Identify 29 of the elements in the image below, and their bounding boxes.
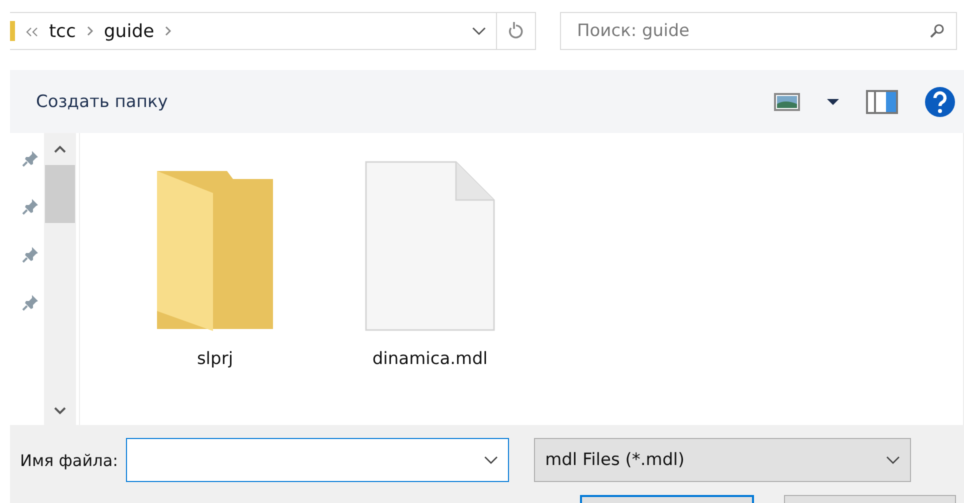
pin-icon[interactable] bbox=[22, 293, 40, 311]
file-type-dropdown[interactable]: mdl Files (*.mdl) bbox=[534, 438, 912, 482]
scroll-up-icon[interactable] bbox=[54, 145, 66, 153]
new-folder-button[interactable]: Создать папку bbox=[28, 86, 176, 118]
help-icon[interactable] bbox=[924, 86, 956, 118]
image-view-icon[interactable] bbox=[774, 92, 800, 110]
scroll-down-icon[interactable] bbox=[54, 407, 66, 415]
caret-icon[interactable] bbox=[826, 98, 840, 106]
dropdown-icon[interactable] bbox=[472, 26, 486, 36]
dropdown-icon[interactable] bbox=[886, 456, 900, 464]
chevron-right-icon[interactable] bbox=[86, 25, 94, 37]
pin-icon[interactable] bbox=[22, 149, 40, 167]
filename-label: Имя файла: bbox=[20, 450, 118, 470]
address-bar[interactable]: tcc guide bbox=[10, 12, 536, 50]
search-field[interactable]: Поиск: guide bbox=[560, 12, 957, 50]
chevron-right-icon[interactable] bbox=[164, 25, 172, 37]
breadcrumb[interactable]: guide bbox=[104, 20, 154, 42]
breadcrumb[interactable]: tcc bbox=[49, 20, 76, 42]
pin-icon[interactable] bbox=[22, 245, 40, 263]
search-icon bbox=[929, 23, 945, 39]
pin-icon[interactable] bbox=[22, 197, 40, 215]
scrollbar[interactable] bbox=[44, 133, 76, 425]
dropdown-icon[interactable] bbox=[484, 456, 498, 464]
scroll-thumb[interactable] bbox=[45, 165, 75, 223]
file-name: dinamica.mdl bbox=[372, 349, 488, 369]
filename-field[interactable] bbox=[126, 438, 510, 482]
file-name: slprj bbox=[196, 349, 234, 369]
open-button[interactable] bbox=[580, 495, 754, 503]
preview-pane-icon[interactable] bbox=[866, 90, 898, 114]
